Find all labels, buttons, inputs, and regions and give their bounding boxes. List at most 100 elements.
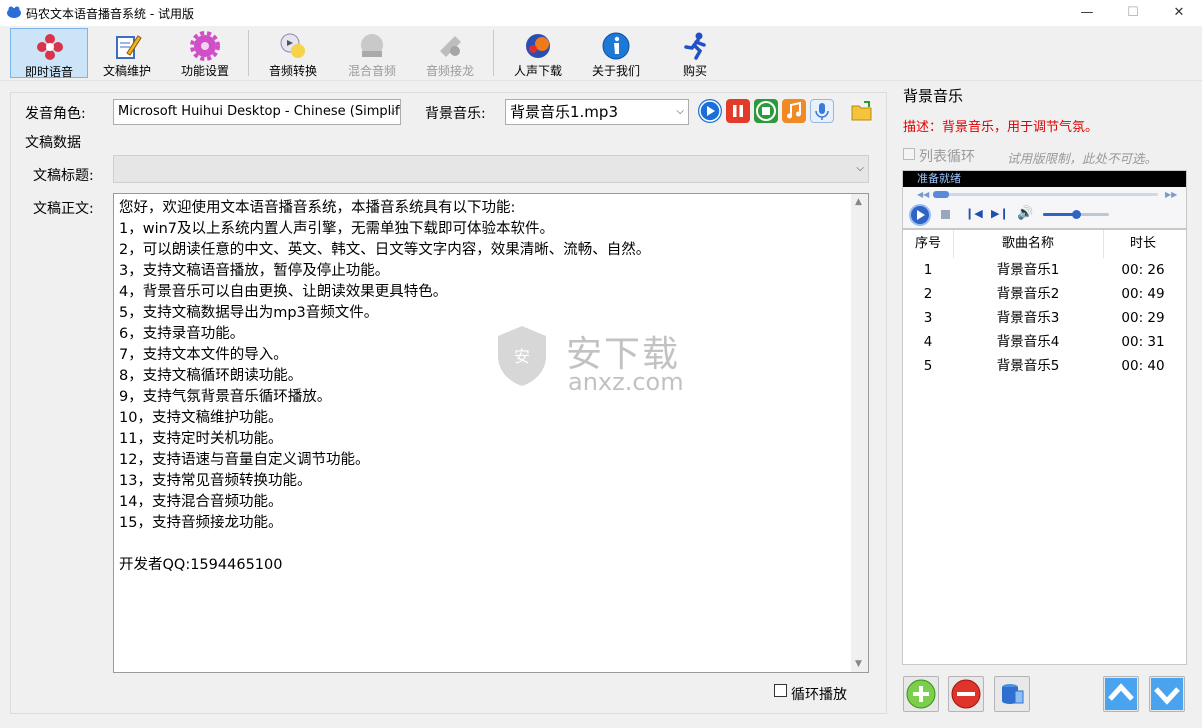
- row-no: 5: [923, 358, 933, 374]
- column-header-duration[interactable]: 时长: [1103, 230, 1183, 258]
- toolbar-label: 人声下载: [513, 64, 562, 78]
- gear-icon: [190, 31, 220, 61]
- volume-thumb[interactable]: [1072, 210, 1081, 219]
- player-stop-icon[interactable]: [941, 210, 950, 219]
- row-name: 背景音乐4: [996, 334, 1060, 350]
- table-row[interactable]: 5 背景音乐5 00: 40: [903, 354, 1186, 378]
- row-no: 2: [923, 286, 933, 302]
- row-duration: 00: 49: [1121, 286, 1165, 302]
- move-up-button[interactable]: [1103, 676, 1139, 712]
- row-no: 4: [923, 334, 933, 350]
- loop-play-checkbox[interactable]: [774, 684, 787, 697]
- toolbar-separator: [248, 30, 249, 76]
- pause-icon: [733, 105, 743, 117]
- toolbar-audio-chain-button[interactable]: 音频接龙: [411, 28, 489, 78]
- title-bar: 码农文本语音播音系统 - 试用版 — ☐ ✕: [0, 0, 1202, 26]
- column-header-name[interactable]: 歌曲名称: [953, 230, 1104, 258]
- doc-title-select[interactable]: ⌵: [113, 155, 869, 183]
- runner-icon: [684, 32, 706, 60]
- table-row[interactable]: 1 背景音乐1 00: 26: [903, 258, 1186, 282]
- trial-note: 试用版限制，此处不可选。: [1007, 151, 1158, 166]
- toolbar-about-button[interactable]: 关于我们: [577, 28, 655, 78]
- seek-bar[interactable]: [933, 191, 1158, 198]
- player-play-button[interactable]: [909, 204, 931, 226]
- list-loop-checkbox[interactable]: [903, 148, 915, 160]
- record-button[interactable]: [810, 99, 834, 123]
- vertical-scrollbar[interactable]: ▲ ▼: [851, 194, 868, 672]
- column-header-no[interactable]: 序号: [903, 230, 954, 258]
- doc-line: 5，支持文稿数据导出为mp3音频文件。: [119, 305, 379, 321]
- table-row[interactable]: 3 背景音乐3 00: 29: [903, 306, 1186, 330]
- stop-icon: [756, 101, 776, 121]
- row-name: 背景音乐3: [996, 310, 1060, 326]
- music-note-icon: [787, 101, 801, 119]
- media-player: 准备就绪 ◀◀ ▶▶ ❙◀ ▶❙ 🔊: [902, 170, 1187, 229]
- music-button[interactable]: [782, 99, 806, 123]
- pause-button[interactable]: [726, 99, 750, 123]
- doc-line: 11，支持定时关机功能。: [119, 431, 283, 447]
- close-button[interactable]: ✕: [1156, 0, 1202, 26]
- next-icon[interactable]: ▶❙: [991, 207, 1009, 220]
- remove-song-button[interactable]: [948, 676, 984, 712]
- open-folder-button[interactable]: [850, 99, 874, 123]
- toolbar-separator: [493, 30, 494, 76]
- mix-audio-icon: [361, 34, 383, 57]
- doc-line: 12，支持语速与音量自定义调节功能。: [119, 452, 370, 468]
- toolbar-label: 购买: [682, 64, 707, 78]
- row-duration: 00: 29: [1121, 310, 1165, 326]
- toolbar-instant-voice-button[interactable]: 即时语音: [10, 28, 88, 79]
- chevron-up-icon: ▲: [855, 197, 862, 207]
- toolbar-audio-convert-button[interactable]: 音频转换: [254, 28, 332, 78]
- row-no: 1: [923, 262, 933, 278]
- list-loop-label: 列表循环: [919, 149, 975, 165]
- voice-select[interactable]: Microsoft Huihui Desktop - Chinese (Simp…: [113, 99, 401, 125]
- toolbar-mix-audio-button[interactable]: 混合音频: [333, 28, 411, 78]
- add-song-button[interactable]: [903, 676, 939, 712]
- doc-line: 13，支持常见音频转换功能。: [119, 473, 312, 489]
- stop-button[interactable]: [754, 99, 778, 123]
- row-no: 3: [923, 310, 933, 326]
- bgmusic-select-value: 背景音乐1.mp3: [510, 103, 618, 121]
- maximize-button[interactable]: ☐: [1110, 0, 1156, 26]
- microphone-icon: [815, 103, 829, 120]
- doc-body-textarea[interactable]: 您好，欢迎使用文本语音播音系统，本播音系统具有以下功能: 1，win7及以上系统内…: [113, 193, 869, 673]
- toolbar-label: 功能设置: [180, 64, 229, 78]
- seek-thumb[interactable]: [933, 191, 949, 198]
- table-row[interactable]: 2 背景音乐2 00: 49: [903, 282, 1186, 306]
- row-duration: 00: 31: [1121, 334, 1165, 350]
- row-duration: 00: 40: [1121, 358, 1165, 374]
- toolbar-label: 音频转换: [268, 64, 317, 78]
- toolbar-label: 关于我们: [591, 64, 640, 78]
- toolbar-doc-maintain-button[interactable]: 文稿维护: [88, 28, 166, 78]
- volume-slider[interactable]: [1043, 210, 1109, 219]
- bgmusic-panel-title: 背景音乐: [903, 87, 964, 105]
- previous-icon[interactable]: ❙◀: [965, 207, 983, 220]
- database-button[interactable]: [994, 676, 1030, 712]
- bgmusic-select[interactable]: 背景音乐1.mp3 ⌵: [505, 99, 689, 125]
- fast-forward-icon[interactable]: ▶▶: [1165, 190, 1177, 199]
- play-button[interactable]: [698, 99, 722, 123]
- open-folder-icon: [851, 101, 872, 121]
- table-row[interactable]: 4 背景音乐4 00: 31: [903, 330, 1186, 354]
- move-up-icon: [1105, 678, 1137, 710]
- toolbar-settings-button[interactable]: 功能设置: [166, 28, 244, 78]
- move-down-button[interactable]: [1149, 676, 1185, 712]
- watermark-logo: 安: [492, 322, 552, 388]
- doc-line: 10，支持文稿维护功能。: [119, 410, 283, 426]
- window-title: 码农文本语音播音系统 - 试用版: [26, 7, 194, 21]
- database-icon: [1002, 684, 1024, 704]
- watermark-subtitle: anxz.com: [568, 368, 684, 396]
- toolbar-buy-button[interactable]: 购买: [656, 28, 734, 78]
- doc-line: 1，win7及以上系统内置人声引擎，无需单独下载即可体验本软件。: [119, 221, 555, 237]
- toolbar-voice-download-button[interactable]: 人声下载: [499, 28, 577, 78]
- rewind-icon[interactable]: ◀◀: [917, 190, 929, 199]
- flower-icon: [37, 34, 63, 60]
- doc-line: 14，支持混合音频功能。: [119, 494, 283, 510]
- chevron-down-icon: ⌵: [388, 106, 396, 117]
- row-duration: 00: 26: [1121, 262, 1165, 278]
- volume-icon[interactable]: 🔊: [1017, 206, 1033, 221]
- info-icon: [602, 32, 630, 60]
- doc-line: [119, 534, 650, 555]
- bgmusic-desc: 描述：背景音乐，用于调节气氛。: [903, 120, 1099, 135]
- minimize-button[interactable]: —: [1064, 0, 1110, 26]
